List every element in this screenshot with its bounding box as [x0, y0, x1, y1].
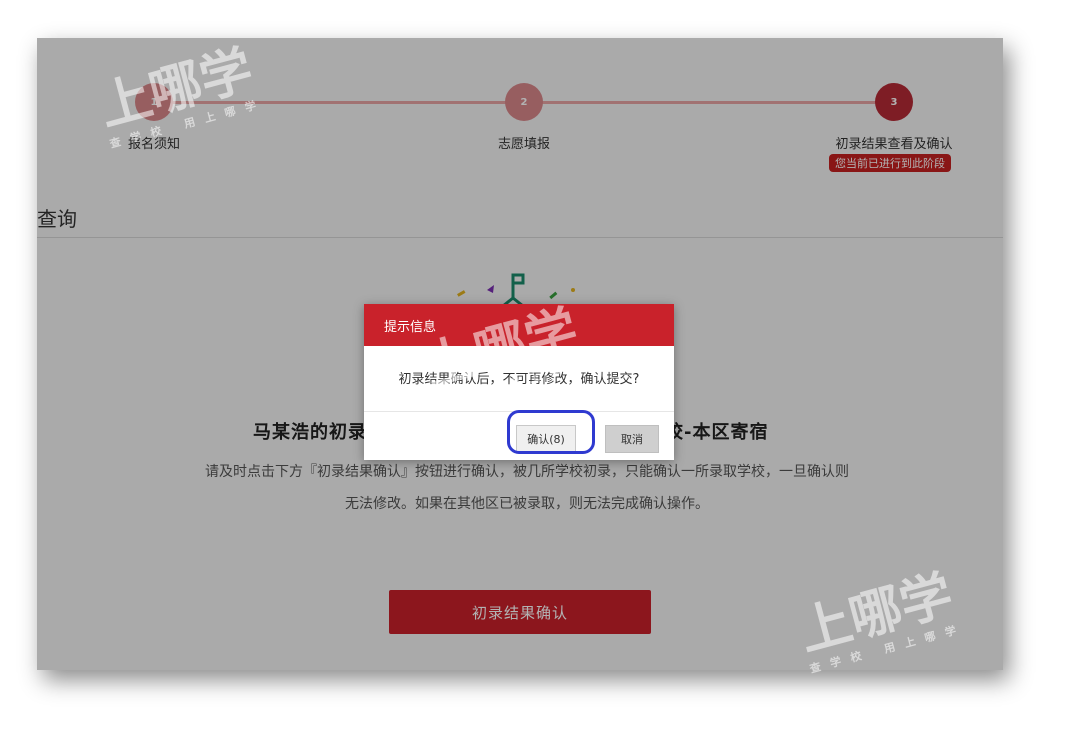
- dialog-title: 提示信息: [364, 304, 674, 346]
- dialog-cancel-button[interactable]: 取消: [605, 425, 659, 453]
- dialog-message: 初录结果确认后，不可再修改，确认提交?: [398, 372, 640, 387]
- highlight-annotation: [507, 410, 595, 454]
